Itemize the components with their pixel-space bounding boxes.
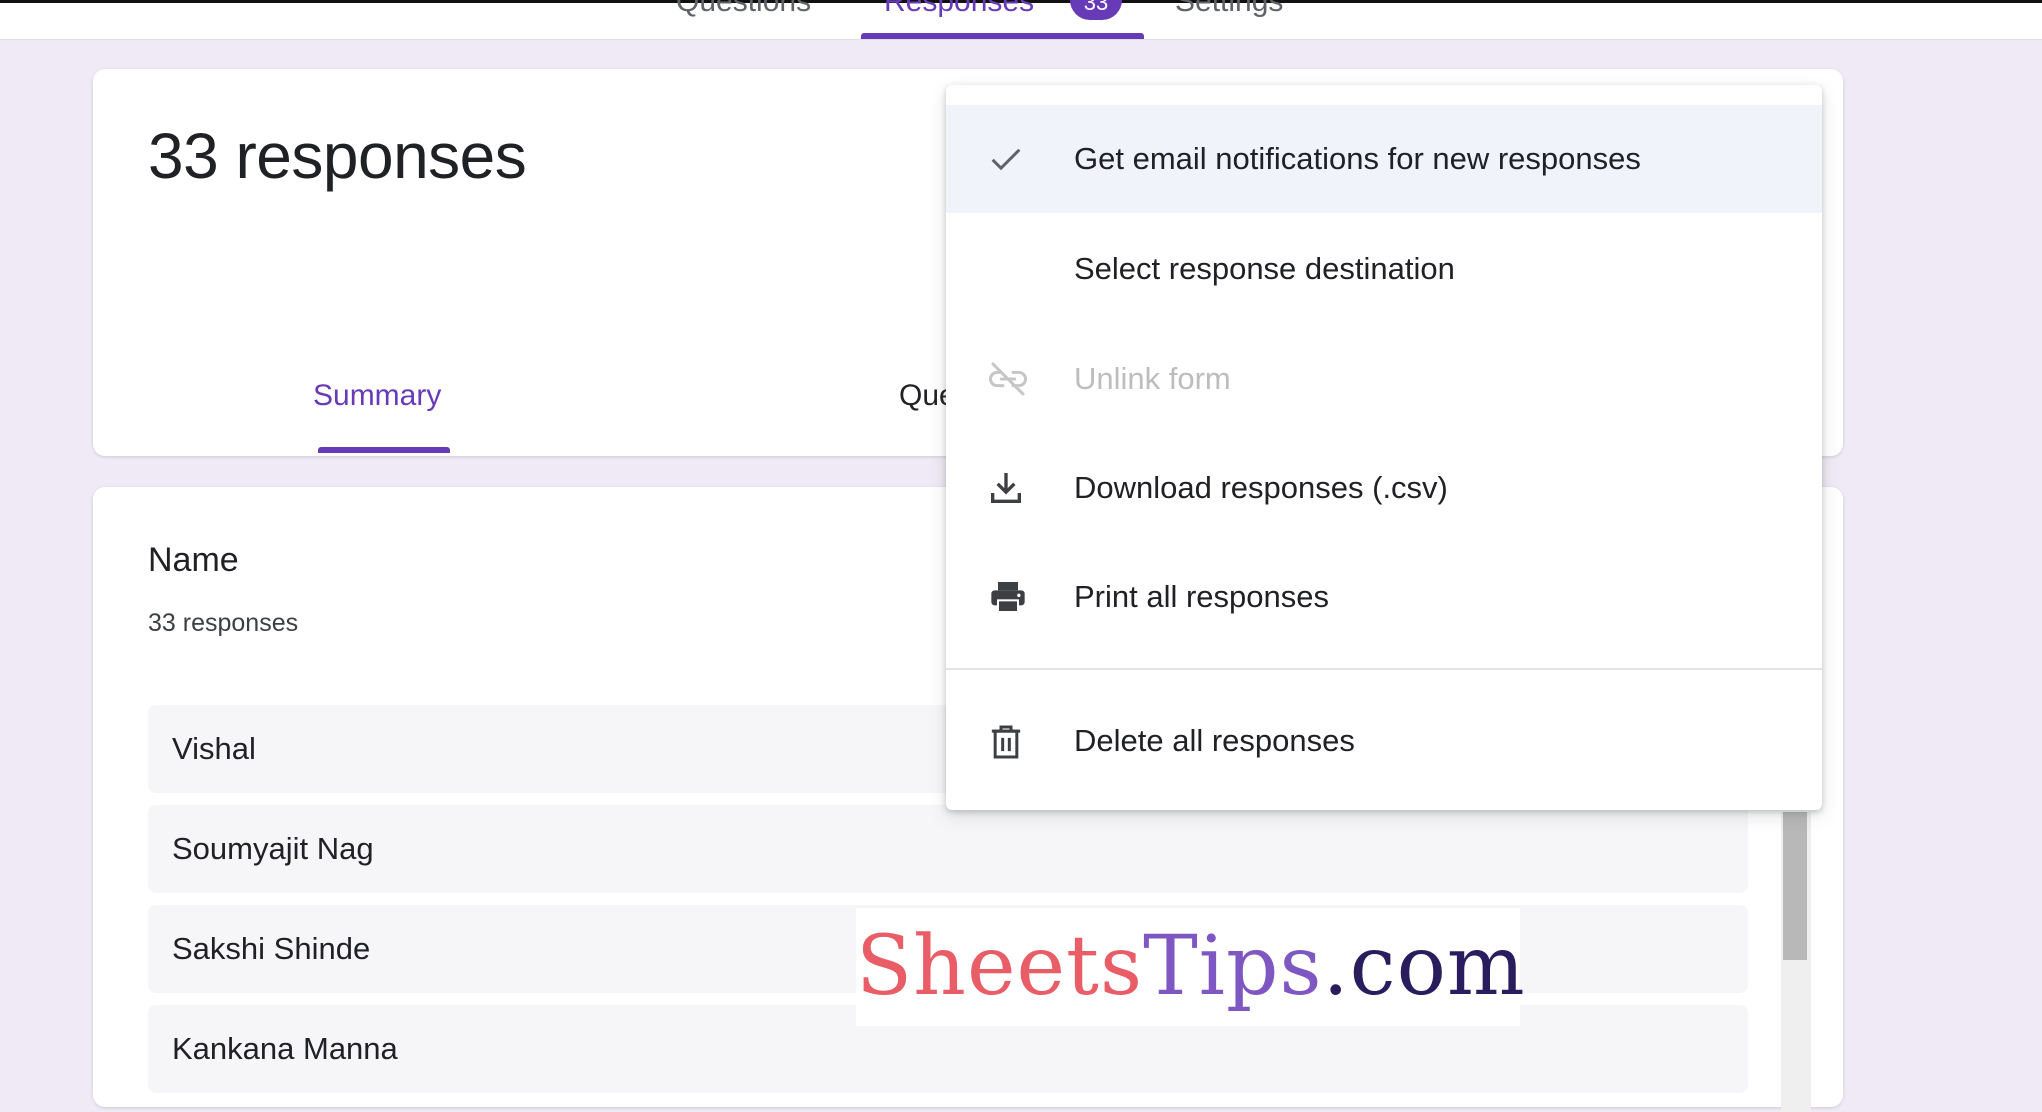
subtab-summary[interactable]: Summary bbox=[313, 379, 441, 413]
trash-icon bbox=[986, 721, 1026, 761]
menu-item-print-all[interactable]: Print all responses bbox=[946, 543, 1822, 651]
download-icon bbox=[986, 468, 1026, 508]
menu-item-label: Print all responses bbox=[1074, 579, 1330, 614]
menu-item-label: Select response destination bbox=[1074, 251, 1455, 286]
list-item: Soumyajit Nag bbox=[148, 805, 1748, 893]
tab-questions[interactable]: Questions bbox=[676, 0, 811, 22]
link-off-icon bbox=[986, 359, 1027, 399]
menu-item-email-notifications[interactable]: Get email notifications for new response… bbox=[946, 105, 1822, 213]
page-title: 33 responses bbox=[148, 120, 527, 192]
menu-item-unlink-form[interactable]: Unlink form bbox=[946, 325, 1822, 433]
menu-divider bbox=[946, 668, 1822, 670]
watermark-part-tips: Tips bbox=[1143, 919, 1323, 1014]
menu-item-download-csv[interactable]: Download responses (.csv) bbox=[946, 434, 1822, 542]
tab-settings[interactable]: Settings bbox=[1175, 0, 1283, 22]
active-tab-indicator bbox=[861, 33, 1144, 39]
menu-item-label: Get email notifications for new response… bbox=[1074, 141, 1641, 176]
watermark-logo: SheetsTips.com bbox=[856, 908, 1525, 1026]
responses-more-menu: Get email notifications for new response… bbox=[946, 85, 1822, 810]
tab-responses[interactable]: Responses bbox=[884, 0, 1034, 22]
subtab-indicator bbox=[318, 447, 450, 453]
question-title: Name bbox=[148, 541, 239, 579]
watermark-part-sheets: Sheets bbox=[856, 919, 1144, 1014]
menu-item-select-destination[interactable]: Select response destination bbox=[946, 215, 1822, 323]
responses-count-badge: 33 bbox=[1070, 0, 1122, 20]
check-icon bbox=[986, 139, 1026, 179]
menu-item-label: Download responses (.csv) bbox=[1074, 470, 1448, 505]
top-tab-bar: Questions Responses 33 Settings bbox=[0, 0, 2042, 40]
print-icon bbox=[986, 577, 1026, 617]
question-response-count: 33 responses bbox=[148, 609, 299, 637]
answer-list-scrollbar-thumb[interactable] bbox=[1783, 812, 1807, 960]
menu-item-delete-all[interactable]: Delete all responses bbox=[946, 687, 1822, 795]
menu-item-label: Unlink form bbox=[1074, 361, 1231, 396]
watermark-part-com: .com bbox=[1322, 919, 1526, 1014]
menu-item-label: Delete all responses bbox=[1074, 723, 1355, 758]
